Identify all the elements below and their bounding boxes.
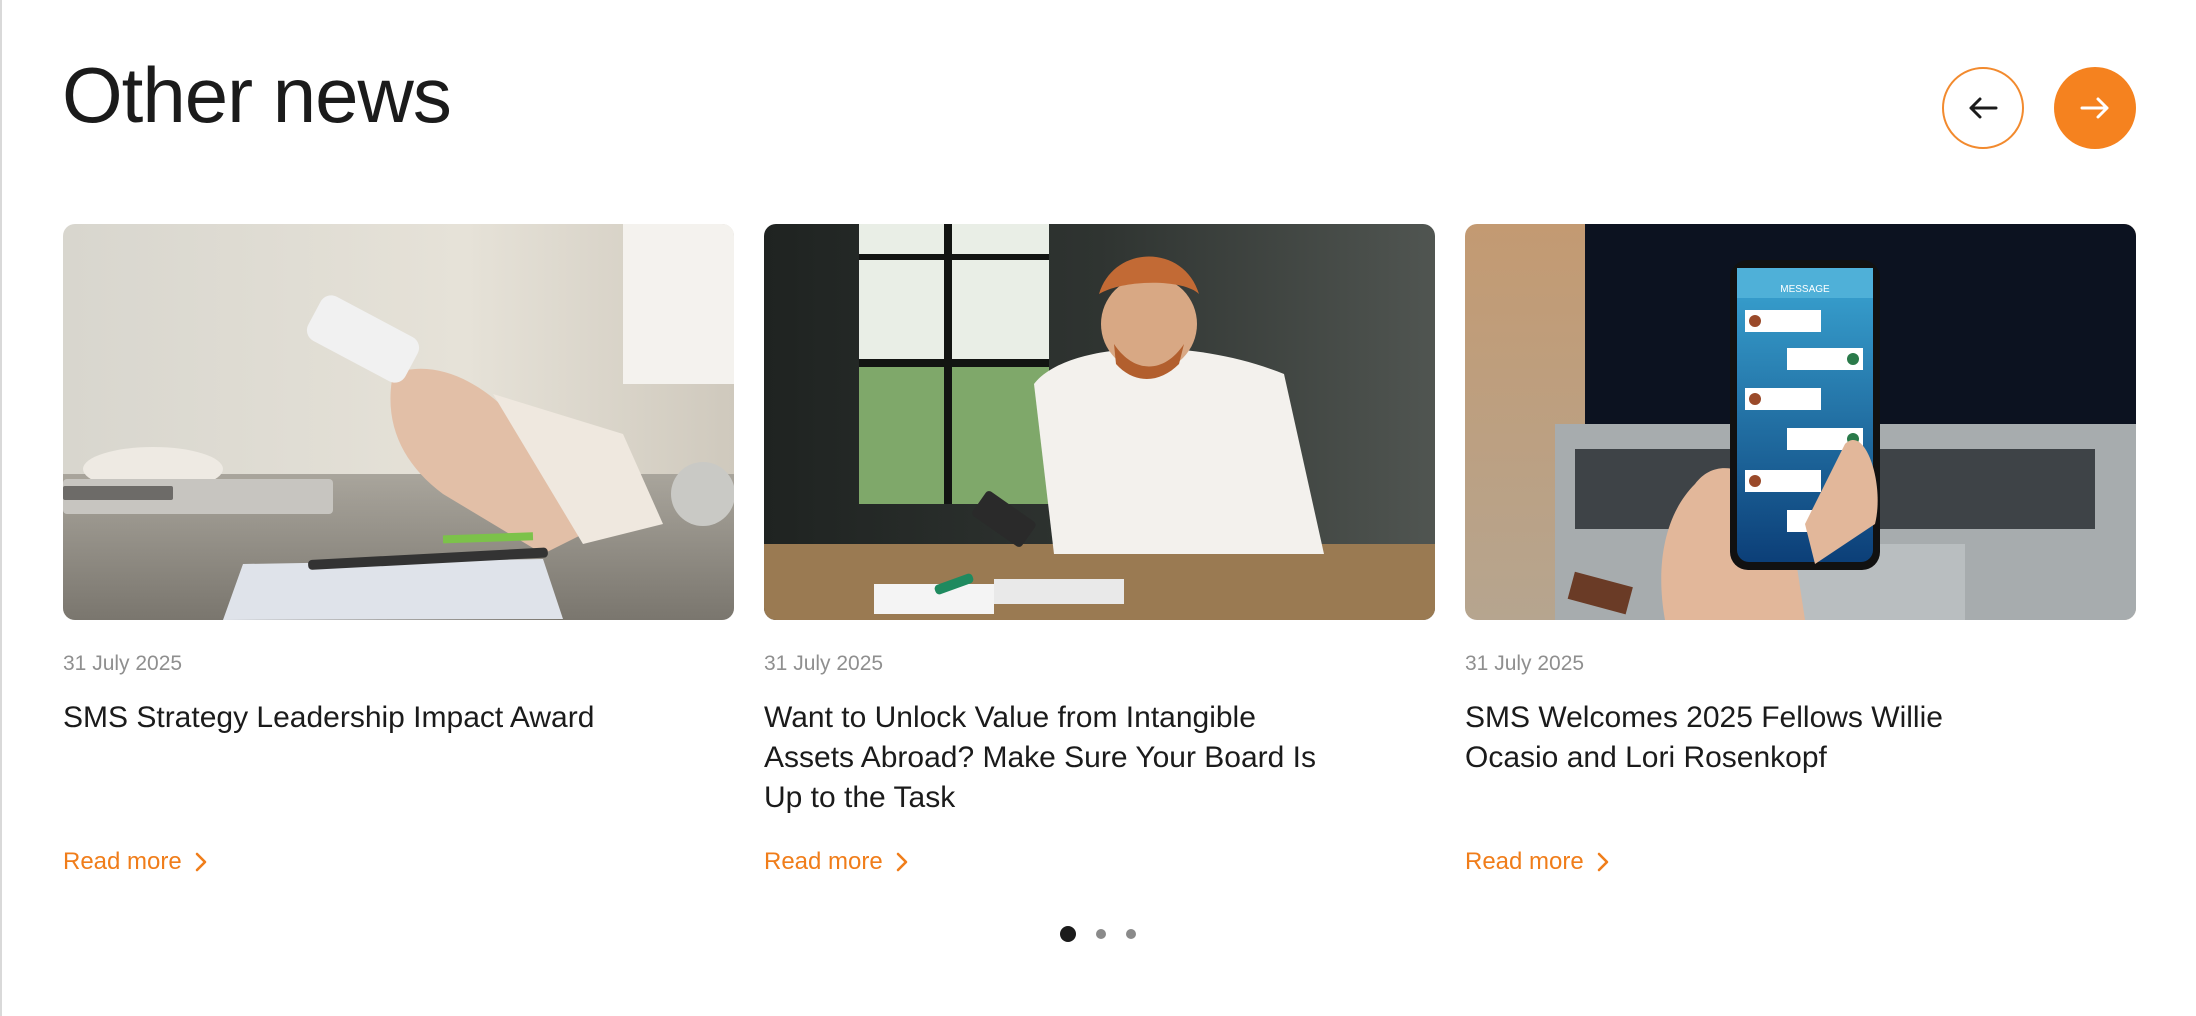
arrow-right-icon xyxy=(2080,97,2109,119)
read-more-link[interactable]: Read more xyxy=(764,848,909,876)
chevron-right-icon xyxy=(1597,852,1609,872)
carousel-dot-1[interactable] xyxy=(1060,926,1076,942)
arrow-left-icon xyxy=(1969,97,1998,119)
news-card-title[interactable]: SMS Welcomes 2025 Fellows Willie Ocasio … xyxy=(1465,698,2025,818)
man-smiling-at-phone-photo xyxy=(764,224,1435,620)
chevron-right-icon xyxy=(195,852,207,872)
carousel-prev-button[interactable] xyxy=(1942,67,2024,149)
news-card-title[interactable]: SMS Strategy Leadership Impact Award xyxy=(63,698,623,818)
carousel-dot-2[interactable] xyxy=(1096,929,1106,939)
carousel-pagination xyxy=(1060,926,1136,942)
read-more-link[interactable]: Read more xyxy=(1465,848,1610,876)
read-more-label: Read more xyxy=(764,848,883,875)
section-title: Other news xyxy=(62,51,452,139)
read-more-label: Read more xyxy=(1465,848,1584,875)
news-card-date: 31 July 2025 xyxy=(764,652,884,675)
phone-message-app-photo: MESSAGE xyxy=(1465,224,2136,620)
news-card-date: 31 July 2025 xyxy=(1465,652,1585,675)
chevron-right-icon xyxy=(896,852,908,872)
news-card[interactable]: 31 July 2025 Want to Unlock Value from I… xyxy=(764,224,1435,875)
news-card[interactable]: 31 July 2025 SMS Strategy Leadership Imp… xyxy=(63,224,734,875)
hands-holding-smartphone-photo xyxy=(63,224,734,620)
news-card[interactable]: MESSAGE 31 July 2025 SMS Welcomes 2025 F… xyxy=(1465,224,2136,875)
news-card-image[interactable] xyxy=(63,224,734,620)
phone-screen-header: MESSAGE xyxy=(1780,284,1830,295)
news-card-title[interactable]: Want to Unlock Value from Intangible Ass… xyxy=(764,698,1324,818)
news-card-date: 31 July 2025 xyxy=(63,652,183,675)
read-more-label: Read more xyxy=(63,848,182,875)
news-card-image[interactable] xyxy=(764,224,1435,620)
carousel-next-button[interactable] xyxy=(2054,67,2136,149)
read-more-link[interactable]: Read more xyxy=(63,848,208,876)
carousel-dot-3[interactable] xyxy=(1126,929,1136,939)
news-card-image[interactable]: MESSAGE xyxy=(1465,224,2136,620)
news-section: Other news 31 July 2025 SMS Strategy Lea… xyxy=(0,0,2196,1016)
